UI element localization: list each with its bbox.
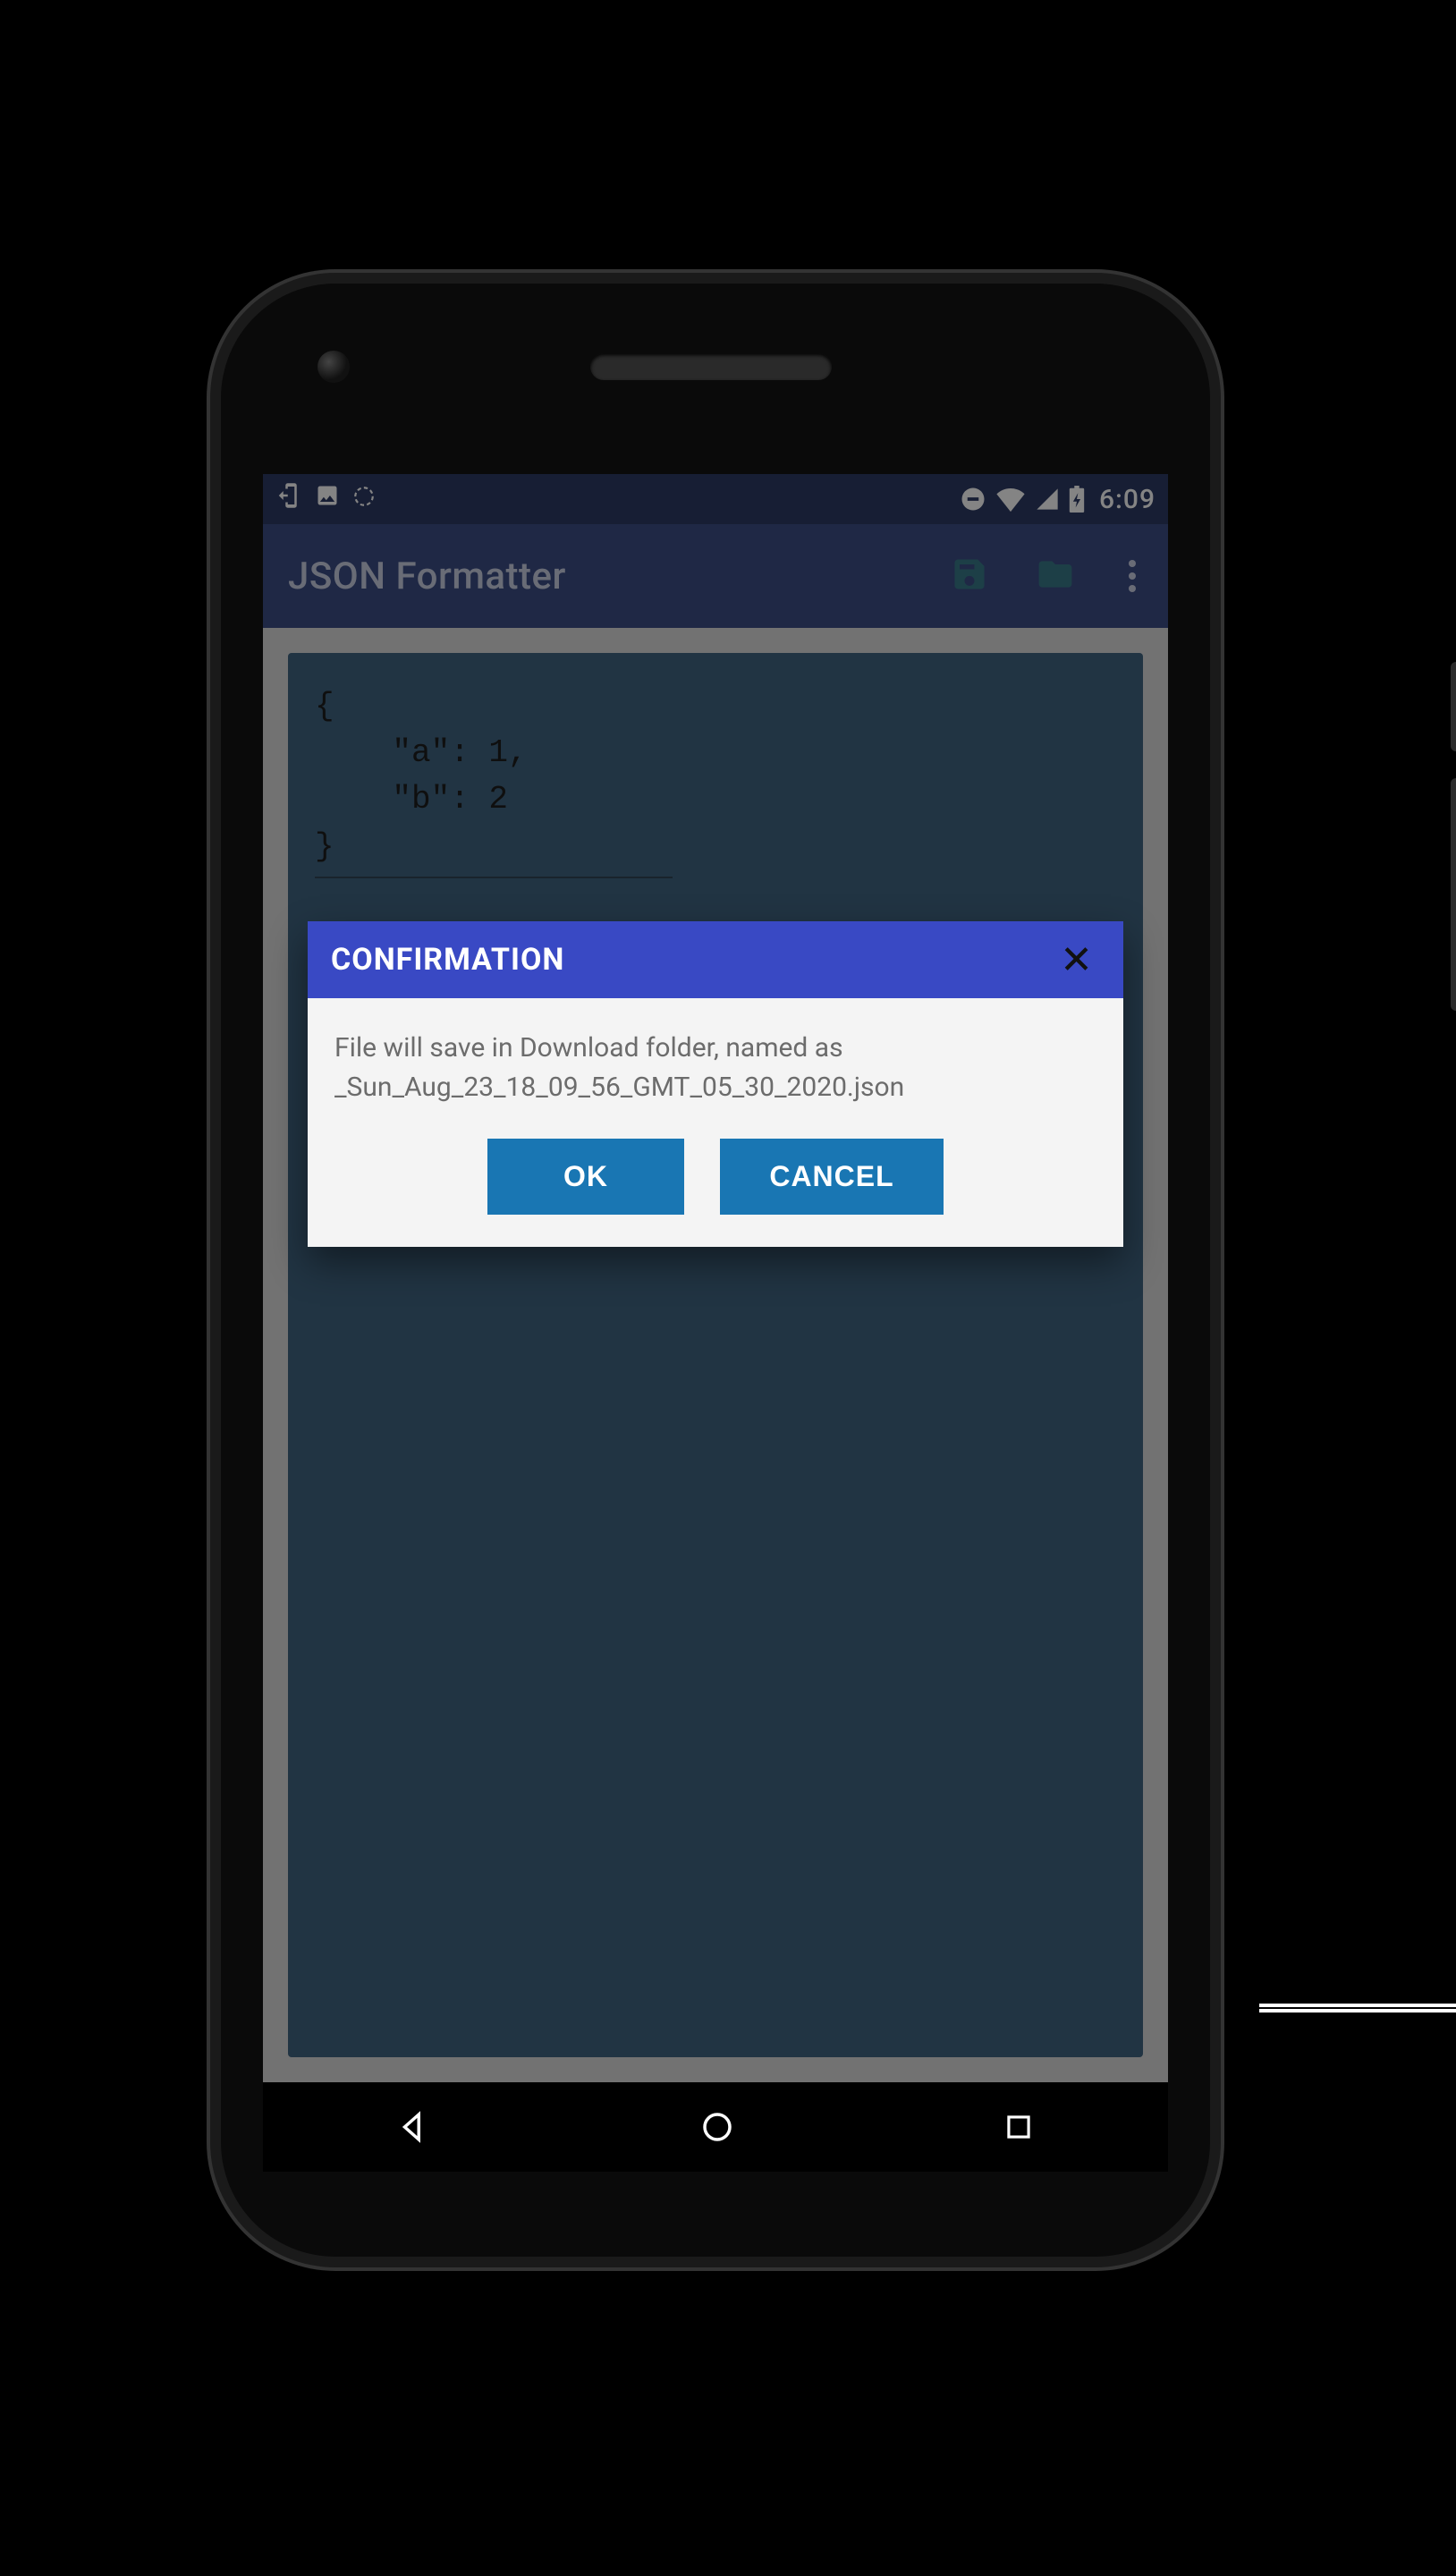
earpiece bbox=[590, 353, 832, 380]
power-button bbox=[1451, 662, 1456, 751]
front-camera bbox=[317, 351, 350, 383]
decorative-line bbox=[1259, 2004, 1456, 2012]
screen: 6:09 JSON Formatter { bbox=[263, 474, 1168, 2082]
dialog-scrim[interactable] bbox=[263, 474, 1168, 2082]
confirmation-dialog: CONFIRMATION ✕ File will save in Downloa… bbox=[308, 921, 1123, 1247]
back-button[interactable] bbox=[395, 2108, 433, 2146]
dialog-message: File will save in Download folder, named… bbox=[308, 998, 1123, 1115]
recents-button[interactable] bbox=[1002, 2110, 1036, 2144]
dialog-header: CONFIRMATION ✕ bbox=[308, 921, 1123, 998]
dialog-actions: OK CANCEL bbox=[308, 1115, 1123, 1247]
android-nav-bar bbox=[263, 2082, 1168, 2172]
close-icon[interactable]: ✕ bbox=[1053, 935, 1100, 985]
home-button[interactable] bbox=[698, 2108, 736, 2146]
dialog-title: CONFIRMATION bbox=[331, 942, 564, 978]
cancel-button[interactable]: CANCEL bbox=[720, 1139, 944, 1215]
volume-rocker bbox=[1451, 778, 1456, 1011]
ok-button[interactable]: OK bbox=[487, 1139, 684, 1215]
